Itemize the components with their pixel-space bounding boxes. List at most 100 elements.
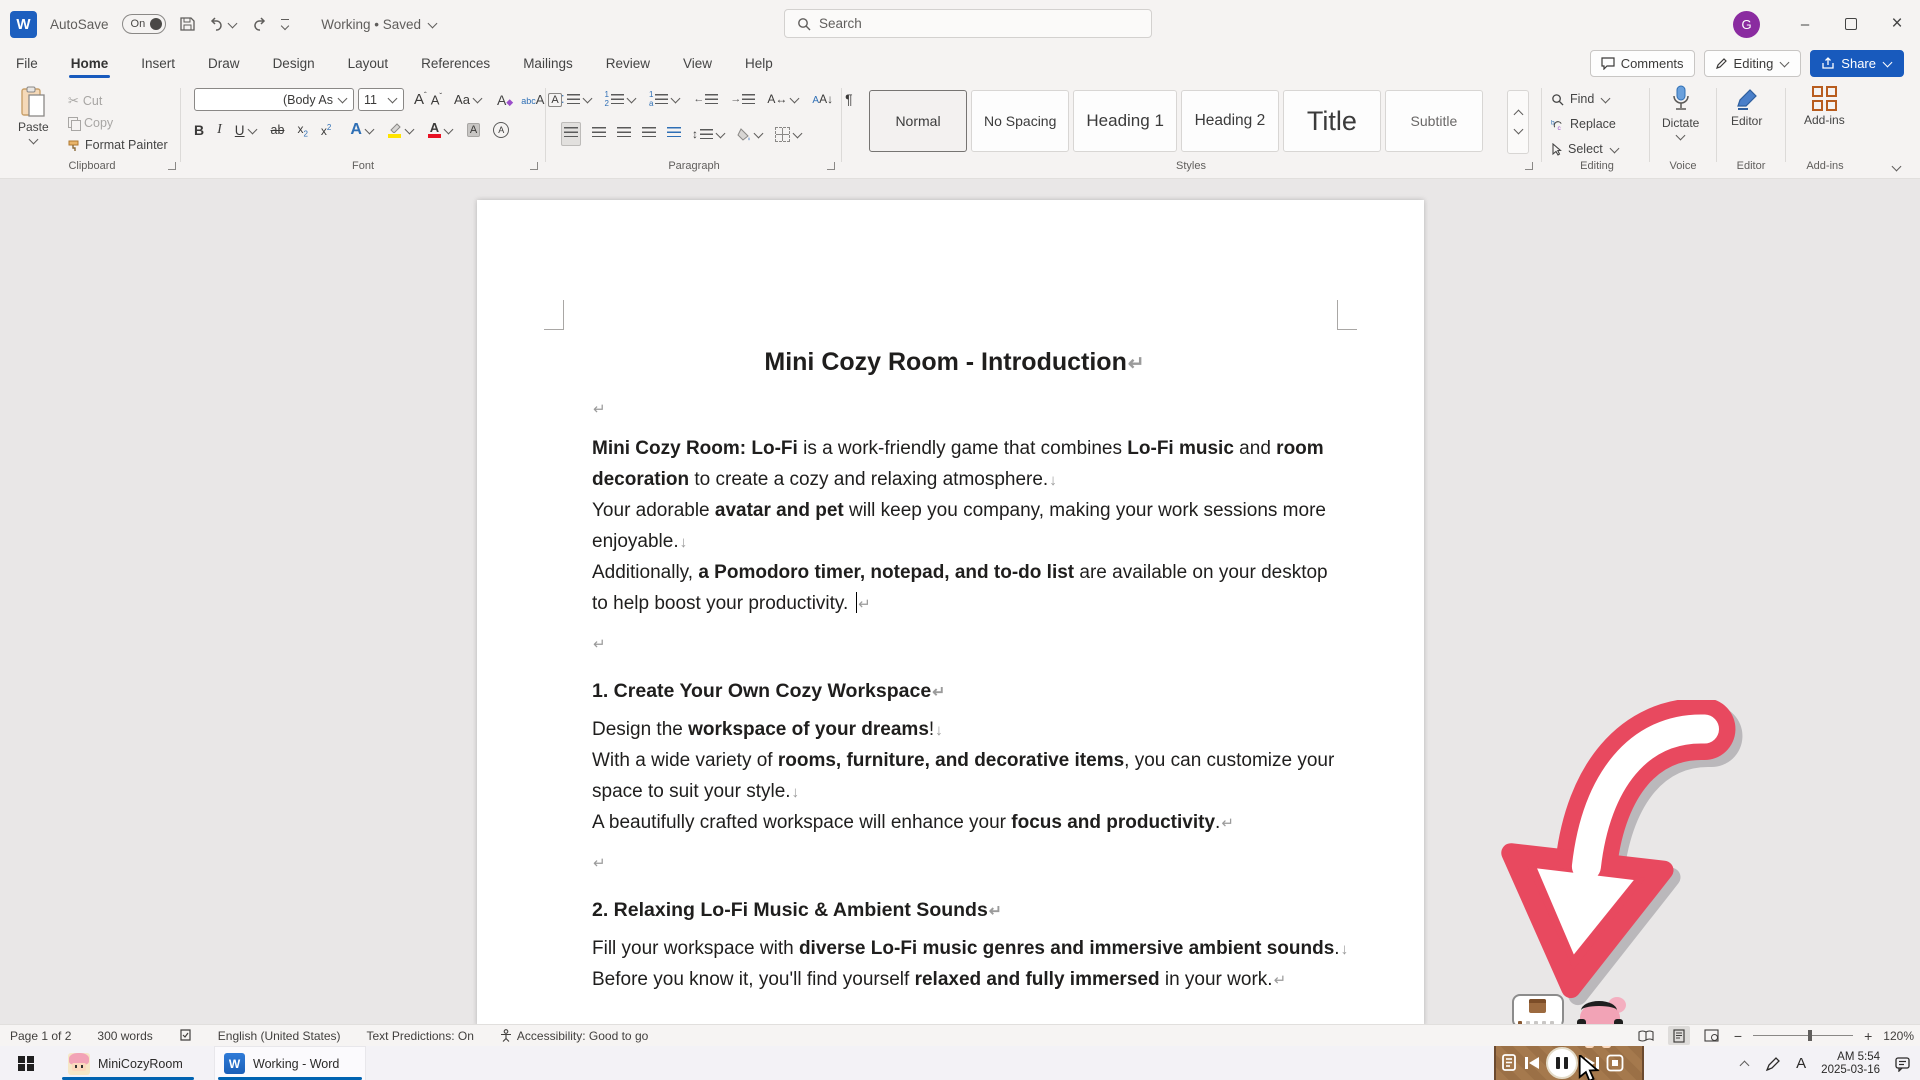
document-line[interactable]: With a wide variety of rooms, furniture,… [592, 745, 1317, 776]
web-layout-button[interactable] [1701, 1026, 1723, 1045]
word-count[interactable]: 300 words [97, 1029, 152, 1043]
document-title[interactable]: Mini Cozy Room - Introduction↵ [592, 340, 1317, 384]
italic-button[interactable]: I [217, 122, 222, 138]
previous-track-button[interactable] [1523, 1055, 1541, 1071]
accessibility-indicator[interactable]: Accessibility: Good to go [500, 1029, 648, 1043]
tab-view[interactable]: View [681, 52, 714, 75]
find-button[interactable]: Find [1551, 88, 1611, 110]
clipboard-dialog-launcher[interactable] [168, 162, 176, 170]
maximize-button[interactable] [1828, 0, 1874, 48]
tab-mailings[interactable]: Mailings [521, 52, 575, 75]
playlist-button[interactable] [1502, 1054, 1518, 1072]
document-line[interactable]: Mini Cozy Room: Lo-Fi is a work-friendly… [592, 433, 1317, 464]
zoom-in-button[interactable]: + [1864, 1028, 1872, 1044]
change-case-button[interactable]: Aa [454, 92, 483, 107]
collapse-ribbon-icon[interactable] [1892, 162, 1902, 172]
document-line[interactable]: decoration to create a cozy and relaxing… [592, 464, 1317, 495]
shading-button[interactable] [737, 128, 764, 141]
numbering-button[interactable]: 12 [605, 90, 637, 108]
document-page[interactable]: Mini Cozy Room - Introduction↵↵Mini Cozy… [477, 200, 1424, 1026]
document-blank[interactable]: ↵ [592, 838, 1317, 887]
asian-layout-button[interactable]: A↔ [767, 92, 800, 106]
bold-button[interactable]: B [194, 122, 204, 138]
style-h1[interactable]: Heading 1 [1073, 90, 1177, 152]
sort-button[interactable]: AA↓ [812, 92, 833, 106]
document-blank[interactable]: ↵ [592, 384, 1317, 433]
font-dialog-launcher[interactable] [530, 162, 538, 170]
align-center-button[interactable] [592, 125, 606, 143]
document-heading[interactable]: 1. Create Your Own Cozy Workspace↵ [592, 668, 1317, 714]
format-painter-button[interactable]: Format Painter [68, 134, 168, 156]
tab-help[interactable]: Help [743, 52, 775, 75]
text-predictions-indicator[interactable]: Text Predictions: On [367, 1029, 474, 1043]
minimize-button[interactable]: – [1782, 0, 1828, 48]
autosave-toggle[interactable]: On [122, 14, 167, 34]
document-blank[interactable]: ↵ [592, 619, 1317, 668]
document-status[interactable]: Working • Saved [321, 17, 438, 32]
style-normal[interactable]: Normal [869, 90, 967, 152]
tab-insert[interactable]: Insert [139, 52, 177, 75]
pause-button[interactable] [1546, 1047, 1578, 1079]
font-size-select[interactable]: 11 [358, 88, 404, 111]
tab-home[interactable]: Home [69, 52, 111, 75]
grow-font-button[interactable]: Aˆ [414, 91, 427, 108]
word-app-icon[interactable]: W [10, 11, 37, 38]
font-name-select[interactable]: (Body As [194, 88, 354, 111]
editor-button[interactable]: Editor [1731, 86, 1762, 128]
subscript-button[interactable]: x2 [297, 122, 307, 138]
page-indicator[interactable]: Page 1 of 2 [10, 1029, 71, 1043]
styles-dialog-launcher[interactable] [1525, 162, 1533, 170]
superscript-button[interactable]: x2 [321, 123, 331, 138]
ink-pen-tray-icon[interactable] [1765, 1056, 1781, 1072]
undo-button[interactable] [209, 17, 238, 31]
hidden-icons-chevron[interactable] [1740, 1060, 1750, 1070]
align-right-button[interactable] [617, 125, 631, 143]
document-line[interactable]: Additionally, a Pomodoro timer, notepad,… [592, 557, 1317, 588]
dictate-button[interactable]: Dictate [1662, 84, 1699, 141]
save-icon[interactable] [179, 16, 196, 32]
decrease-indent-button[interactable]: ← [693, 93, 718, 105]
bullets-button[interactable]: ⁚ [561, 93, 593, 106]
strikethrough-button[interactable]: ab [271, 123, 285, 137]
character-shading-button[interactable]: A [467, 123, 480, 137]
tab-layout[interactable]: Layout [346, 52, 391, 75]
paste-button[interactable]: Paste [18, 86, 49, 145]
tab-design[interactable]: Design [271, 52, 317, 75]
taskbar-app-word[interactable]: W Working - Word [214, 1046, 366, 1080]
document-line[interactable]: Your adorable avatar and pet will keep y… [592, 495, 1317, 526]
document-line[interactable]: Fill your workspace with diverse Lo-Fi m… [592, 933, 1317, 964]
tab-draw[interactable]: Draw [206, 52, 242, 75]
document-line[interactable]: space to suit your style.↓ [592, 776, 1317, 807]
notification-center-icon[interactable] [1895, 1056, 1912, 1072]
share-button[interactable]: Share [1810, 50, 1904, 77]
editing-mode-button[interactable]: Editing [1704, 50, 1802, 77]
paragraph-dialog-launcher[interactable] [827, 162, 835, 170]
shuffle-button[interactable] [1606, 1054, 1624, 1072]
document-line[interactable]: A beautifully crafted workspace will enh… [592, 807, 1317, 838]
borders-button[interactable] [775, 127, 803, 142]
select-button[interactable]: Select [1551, 138, 1620, 160]
clear-formatting-button[interactable]: A◆ [497, 92, 513, 108]
close-button[interactable]: × [1874, 0, 1920, 48]
shrink-font-button[interactable]: Aˇ [431, 92, 442, 107]
document-line[interactable]: Design the workspace of your dreams!↓ [592, 714, 1317, 745]
language-indicator[interactable]: English (United States) [218, 1029, 341, 1043]
search-input[interactable]: Search [784, 9, 1152, 38]
font-color-button[interactable]: A [428, 122, 454, 138]
copy-button[interactable]: Copy [68, 112, 113, 134]
text-effects-button[interactable]: A [350, 121, 375, 139]
distribute-button[interactable] [667, 125, 681, 143]
style-h2[interactable]: Heading 2 [1181, 90, 1279, 152]
document-line[interactable]: Before you know it, you'll find yourself… [592, 964, 1317, 995]
zoom-level[interactable]: 120% [1883, 1029, 1914, 1043]
style-subtitle[interactable]: Subtitle [1385, 90, 1483, 152]
multilevel-list-button[interactable]: 1a [649, 90, 681, 108]
addins-button[interactable]: Add-ins [1804, 86, 1845, 127]
highlight-button[interactable] [388, 122, 415, 138]
comments-button[interactable]: Comments [1590, 50, 1695, 77]
document-line[interactable]: enjoyable.↓ [592, 526, 1317, 557]
increase-indent-button[interactable]: → [730, 93, 755, 105]
read-mode-button[interactable] [1635, 1026, 1657, 1045]
style-nospacing[interactable]: No Spacing [971, 90, 1069, 152]
style-title[interactable]: Title [1283, 90, 1381, 152]
